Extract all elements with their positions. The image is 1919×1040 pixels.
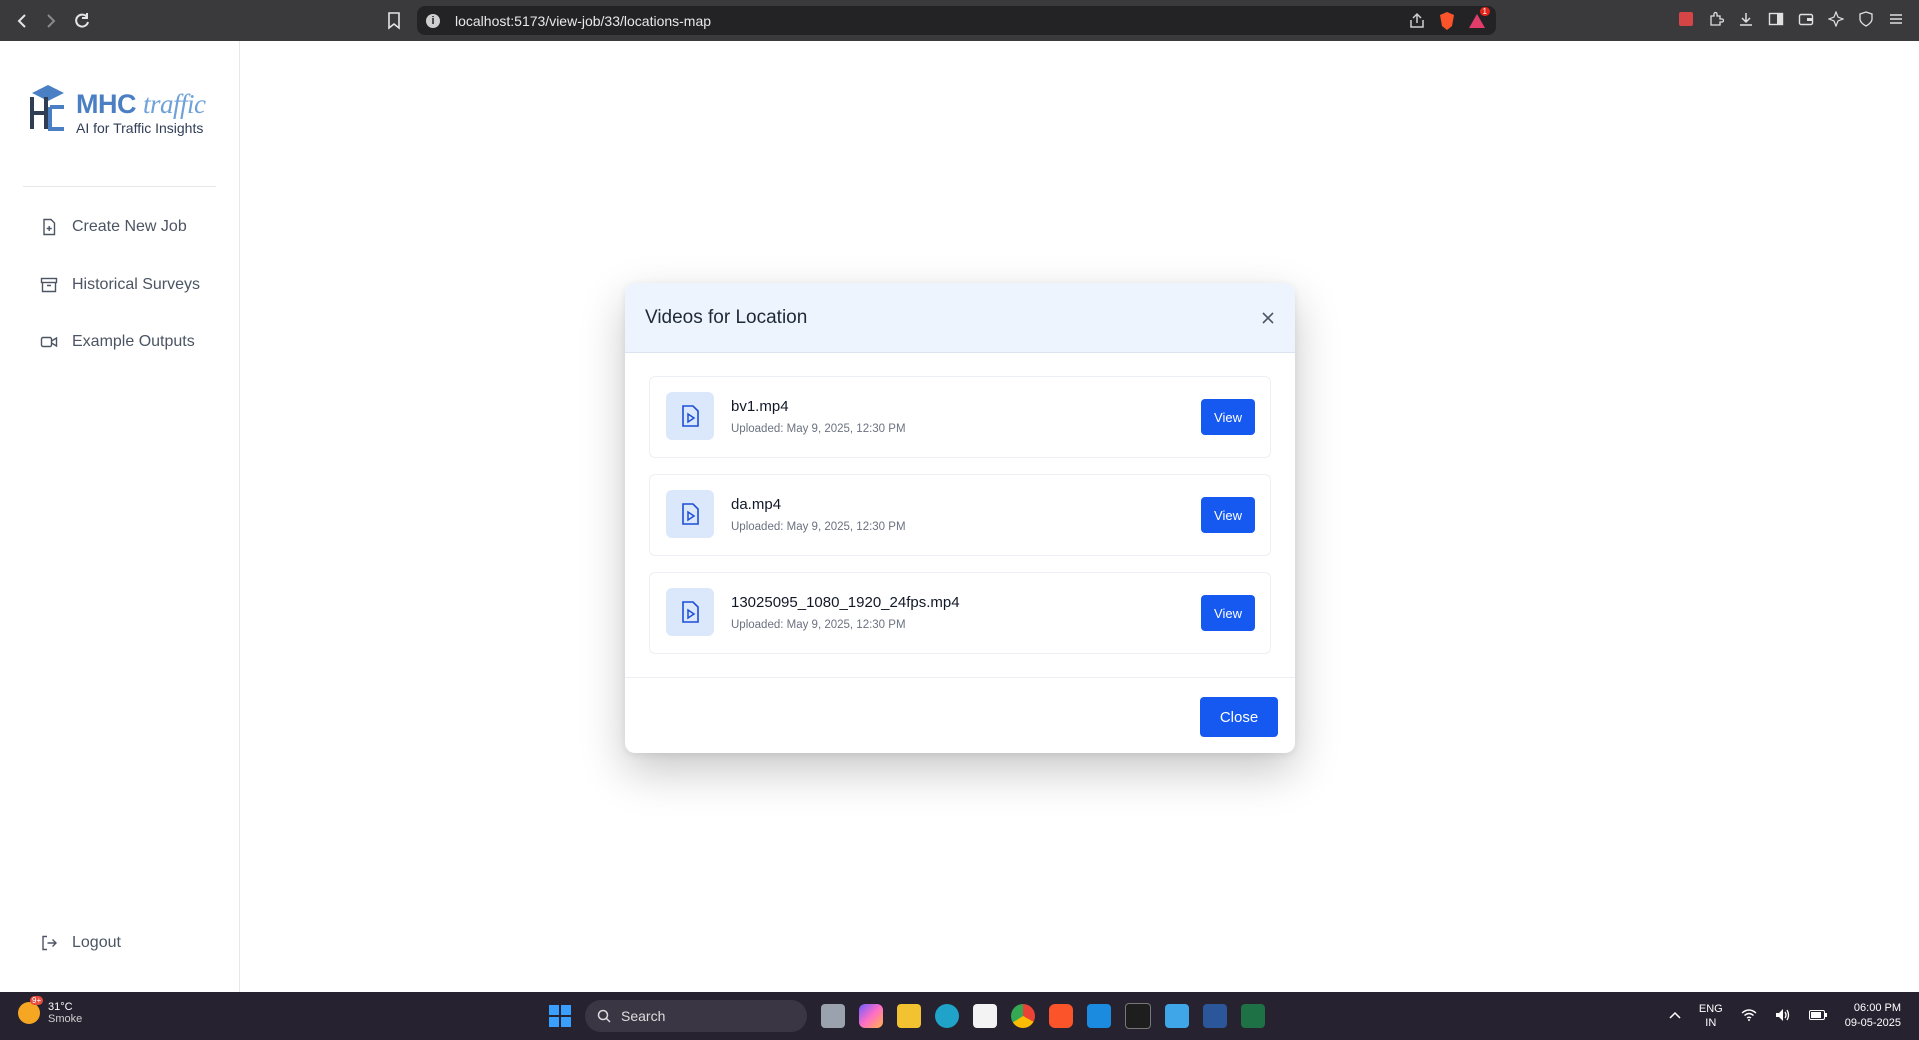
video-name: da.mp4: [731, 496, 782, 513]
brave-rewards-icon[interactable]: 1: [1468, 7, 1490, 35]
copilot-icon[interactable]: [859, 1004, 883, 1028]
store-icon[interactable]: [973, 1004, 997, 1028]
back-icon[interactable]: [9, 8, 35, 34]
wallet-icon[interactable]: [1797, 10, 1815, 28]
video-upload-date: Uploaded: May 9, 2025, 12:30 PM: [731, 619, 906, 631]
site-info-icon[interactable]: i: [426, 13, 440, 28]
chrome-icon[interactable]: [1011, 1004, 1035, 1028]
sidebar-item-historical-surveys[interactable]: Historical Surveys: [40, 276, 200, 294]
sidebar: MHC traffic AI for Traffic Insights Crea…: [0, 41, 240, 992]
video-camera-icon: [40, 336, 58, 348]
video-name: 13025095_1080_1920_24fps.mp4: [731, 594, 960, 611]
brave-icon[interactable]: [1049, 1004, 1073, 1028]
video-list-item: 13025095_1080_1920_24fps.mp4 Uploaded: M…: [649, 572, 1271, 654]
video-upload-date: Uploaded: May 9, 2025, 12:30 PM: [731, 521, 906, 533]
excel-icon[interactable]: [1241, 1004, 1265, 1028]
video-file-icon: [666, 392, 714, 440]
weather-desc: Smoke: [48, 1013, 83, 1025]
edge-icon[interactable]: [935, 1004, 959, 1028]
video-upload-date: Uploaded: May 9, 2025, 12:30 PM: [731, 423, 906, 435]
volume-icon[interactable]: [1775, 1008, 1791, 1025]
view-button[interactable]: View: [1201, 595, 1255, 631]
system-clock[interactable]: 06:00 PM 09-05-2025: [1845, 1001, 1901, 1031]
vpn-shield-icon[interactable]: [1857, 10, 1875, 28]
file-explorer-icon[interactable]: [897, 1004, 921, 1028]
logout-icon: [42, 935, 57, 951]
weather-badge: 9+: [30, 996, 44, 1005]
weather-sun-icon: 9+: [18, 996, 44, 1024]
reload-icon[interactable]: [69, 8, 95, 34]
file-plus-icon: [43, 218, 56, 236]
sidebar-item-label: Create New Job: [72, 218, 187, 235]
extensions-puzzle-icon[interactable]: [1707, 10, 1725, 28]
logo-wordmark: MHC traffic: [76, 89, 206, 119]
battery-icon[interactable]: [1808, 1009, 1827, 1023]
sidebar-toggle-icon[interactable]: [1767, 10, 1785, 28]
archive-icon: [40, 277, 58, 293]
modal-header: Videos for Location: [625, 283, 1295, 353]
taskbar-search[interactable]: Search: [585, 1000, 807, 1032]
word-icon[interactable]: [1203, 1004, 1227, 1028]
lang-region: IN: [1705, 1017, 1717, 1029]
vscode-icon[interactable]: [1087, 1004, 1111, 1028]
menu-icon[interactable]: [1887, 10, 1905, 28]
logo-tagline: AI for Traffic Insights: [76, 120, 204, 136]
bookmark-icon[interactable]: [381, 8, 407, 34]
video-name: bv1.mp4: [731, 398, 789, 415]
share-icon[interactable]: [1408, 12, 1426, 35]
view-button[interactable]: View: [1201, 497, 1255, 533]
sidebar-item-label: Historical Surveys: [72, 276, 201, 293]
task-view-icon[interactable]: [821, 1004, 845, 1028]
videos-modal: Videos for Location bv1.mp4 Uploaded: Ma…: [625, 283, 1295, 753]
close-button[interactable]: Close: [1200, 697, 1278, 737]
video-list-item: da.mp4 Uploaded: May 9, 2025, 12:30 PM V…: [649, 474, 1271, 556]
address-bar[interactable]: i localhost:5173/view-job/33/locations-m…: [417, 6, 1496, 35]
video-file-icon: [666, 588, 714, 636]
clock-date: 09-05-2025: [1844, 1017, 1901, 1029]
logout-label: Logout: [72, 934, 121, 951]
browser-toolbar: i localhost:5173/view-job/33/locations-m…: [0, 0, 1919, 41]
windows-start-icon[interactable]: [549, 1005, 571, 1027]
forward-icon[interactable]: [38, 8, 64, 34]
rewards-badge: 1: [1479, 7, 1490, 16]
sidebar-item-example-outputs[interactable]: Example Outputs: [40, 333, 195, 351]
weather-temp: 31°C: [48, 1001, 73, 1013]
extension-red-icon[interactable]: [1677, 10, 1695, 28]
modal-title: Videos for Location: [645, 306, 808, 328]
leo-ai-icon[interactable]: [1827, 10, 1845, 28]
terminal-icon[interactable]: [1125, 1003, 1151, 1029]
chevron-up-icon[interactable]: [1669, 1010, 1681, 1022]
logout-button[interactable]: Logout: [40, 934, 121, 952]
taskbar: 9+ 31°C Smoke Search ENG IN 06:00 PM 09-…: [0, 992, 1919, 1040]
brave-shield-icon[interactable]: [1438, 11, 1456, 36]
language-indicator[interactable]: ENG IN: [1699, 1002, 1723, 1030]
weather-widget[interactable]: 9+ 31°C Smoke: [18, 996, 83, 1025]
video-file-icon: [666, 490, 714, 538]
sidebar-item-label: Example Outputs: [72, 333, 195, 350]
modal-footer-divider: [625, 677, 1295, 678]
notepad-icon[interactable]: [1165, 1004, 1189, 1028]
close-icon[interactable]: [1261, 307, 1275, 329]
lang-code: ENG: [1698, 1003, 1723, 1015]
sidebar-divider: [23, 186, 216, 187]
app-logo[interactable]: MHC traffic AI for Traffic Insights: [28, 83, 213, 143]
video-list-item: bv1.mp4 Uploaded: May 9, 2025, 12:30 PM …: [649, 376, 1271, 458]
wifi-icon[interactable]: [1741, 1008, 1757, 1024]
logo-mark-icon: [30, 85, 64, 131]
download-icon[interactable]: [1737, 10, 1755, 28]
sidebar-item-create-new-job[interactable]: Create New Job: [40, 218, 187, 236]
url-text: localhost:5173/view-job/33/locations-map: [455, 12, 712, 29]
clock-time: 06:00 PM: [1853, 1002, 1901, 1014]
search-icon: [597, 1009, 611, 1023]
view-button[interactable]: View: [1201, 399, 1255, 435]
search-placeholder: Search: [621, 1008, 666, 1024]
